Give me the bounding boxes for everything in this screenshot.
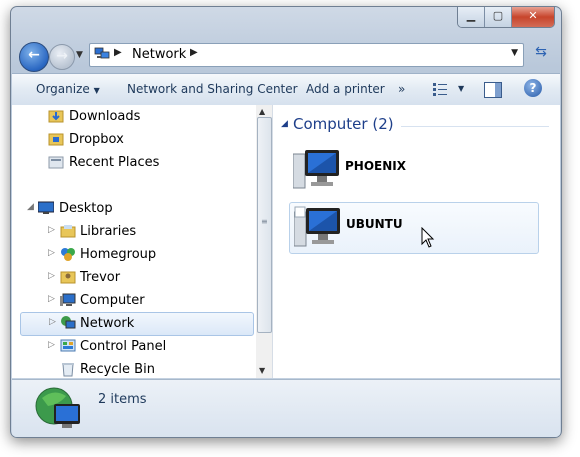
group-divider [401,126,549,127]
scroll-down-icon[interactable]: ▼ [259,366,265,375]
caption-buttons: ▁ ▢ ✕ [457,7,555,28]
nav-item-recent-places[interactable]: Recent Places [12,152,255,174]
address-bar[interactable]: ▶ Network ▶ ▼ [89,43,524,67]
maximize-button[interactable]: ▢ [485,7,512,27]
view-options-icon[interactable] [433,82,447,96]
breadcrumb-network[interactable]: Network [132,47,186,62]
network-globe-icon [35,387,80,428]
computer-item-ubuntu[interactable]: UBUNTU [289,202,539,254]
user-folder-icon [60,271,76,284]
back-button[interactable]: ← [19,42,49,72]
computer-name: PHOENIX [345,159,406,173]
close-button[interactable]: ✕ [512,7,554,27]
nav-item-control-panel[interactable]: ▷ Control Panel [12,336,255,358]
nav-item-label: Desktop [59,201,113,216]
content-pane: ◢ Computer (2) PHOENIX UBUNTU [273,105,560,378]
add-printer-button[interactable]: Add a printer [306,82,385,96]
expanded-arrow-icon[interactable]: ◢ [27,202,34,212]
collapsed-arrow-icon[interactable]: ▷ [49,317,56,327]
collapsed-arrow-icon[interactable]: ▷ [48,225,55,235]
nav-pane-scrollbar[interactable]: ▲ ≡ ▼ [256,105,273,378]
network-sharing-center-button[interactable]: Network and Sharing Center [127,82,298,96]
nav-item-label: Dropbox [69,132,124,147]
collapsed-arrow-icon[interactable]: ▷ [48,248,55,258]
desktop-icon [38,201,54,214]
close-icon: ✕ [528,9,538,22]
network-icon [61,316,76,329]
computer-icon [294,206,340,247]
minimize-icon: ▁ [466,9,476,22]
nav-item-label: Computer [80,293,145,308]
explorer-window: ▁ ▢ ✕ ← → ▼ ▶ Network ▶ ▼ ⇆ Organize ▼ N… [10,6,562,438]
collapsed-arrow-icon[interactable]: ▷ [48,340,55,350]
preview-pane-icon[interactable] [484,82,502,98]
nav-item-libraries[interactable]: ▷ Libraries [12,221,255,243]
nav-item-dropbox[interactable]: Dropbox [12,129,255,151]
minimize-button[interactable]: ▁ [458,7,485,27]
breadcrumb-network-arrow[interactable]: ▶ [190,47,198,58]
details-pane: 2 items [12,379,560,437]
downloads-folder-icon [48,110,64,123]
recent-pages-dropdown[interactable]: ▼ [76,50,83,60]
collapsed-arrow-icon[interactable]: ▷ [48,271,55,281]
computer-icon [60,293,76,306]
nav-item-label: Control Panel [80,339,167,354]
nav-item-network[interactable]: ▷ Network [20,312,254,336]
nav-item-label: Recent Places [69,155,160,170]
nav-item-label: Downloads [69,109,141,124]
view-dropdown-icon[interactable]: ▼ [458,84,464,93]
nav-item-trevor[interactable]: ▷ Trevor [12,267,255,289]
collapsed-arrow-icon[interactable]: ▷ [48,294,55,304]
nav-item-recycle-bin[interactable]: Recycle Bin [12,359,255,378]
refresh-button[interactable]: ⇆ [530,44,552,66]
computer-name: UBUNTU [346,217,403,231]
homegroup-icon [61,248,75,261]
scroll-up-icon[interactable]: ▲ [259,107,265,116]
help-icon[interactable]: ? [524,79,542,97]
control-panel-icon [60,339,76,352]
refresh-icon: ⇆ [535,44,547,60]
nav-item-computer[interactable]: ▷ Computer [12,290,255,312]
command-bar: Organize ▼ Network and Sharing Center Ad… [12,73,560,106]
nav-item-label: Network [80,316,135,331]
scrollbar-thumb[interactable]: ≡ [257,117,272,333]
computer-icon [293,150,339,189]
forward-button[interactable]: → [49,44,75,70]
nav-item-label: Libraries [80,224,137,239]
nav-item-label: Recycle Bin [80,362,155,377]
group-collapse-icon[interactable]: ◢ [281,119,288,129]
group-header[interactable]: Computer (2) [293,115,394,133]
recycle-bin-icon [62,363,74,377]
computer-item-phoenix[interactable]: PHOENIX [289,145,537,195]
nav-item-downloads[interactable]: Downloads [12,106,255,128]
maximize-icon: ▢ [492,9,504,22]
scrollbar-grip-icon: ≡ [261,217,268,226]
libraries-icon [60,225,76,238]
recent-places-icon [48,156,64,169]
item-count: 2 items [98,392,147,407]
back-arrow-icon: ← [28,47,40,63]
organize-label: Organize [36,82,90,96]
nav-item-homegroup[interactable]: ▷ Homegroup [12,244,255,266]
organize-menu[interactable]: Organize ▼ [36,82,100,96]
chevron-down-icon: ▼ [93,86,100,95]
nav-item-desktop[interactable]: ◢ Desktop [12,198,255,220]
forward-arrow-icon: → [56,48,68,64]
navigation-bar: ← → ▼ ▶ Network ▶ ▼ ⇆ [19,40,553,72]
network-icon [94,47,110,59]
mouse-cursor-icon [421,227,435,248]
breadcrumb-root-arrow[interactable]: ▶ [114,47,122,58]
address-dropdown-icon[interactable]: ▼ [511,48,518,58]
dropbox-folder-icon [48,133,64,146]
nav-item-label: Trevor [80,270,121,285]
more-commands-button[interactable]: » [398,82,405,96]
navigation-pane: Downloads Dropbox Recent Places ◢ Deskto… [12,105,257,378]
nav-item-label: Homegroup [80,247,157,262]
